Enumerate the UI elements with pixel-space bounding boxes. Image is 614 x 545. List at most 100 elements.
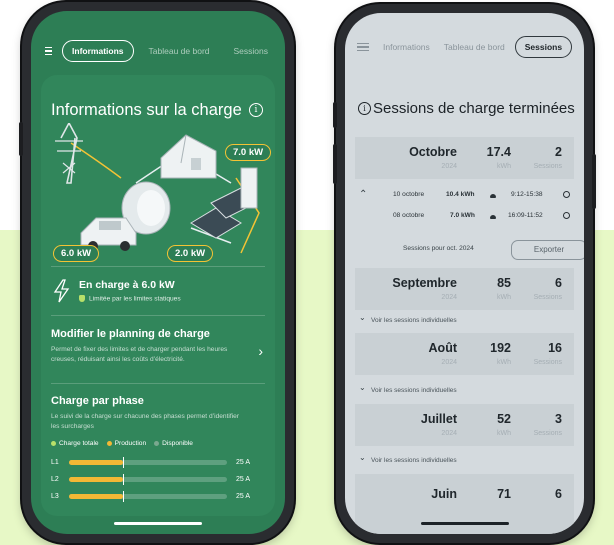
month-year: 2024	[441, 430, 457, 437]
session-date: 10 octobre	[393, 191, 425, 198]
shield-icon	[79, 295, 85, 302]
month-year: 2024	[441, 294, 457, 301]
home-indicator[interactable]	[114, 521, 202, 525]
see-individual-sessions[interactable]: Voir les sessions individuelles	[371, 457, 457, 464]
phase-bar	[69, 473, 227, 485]
export-button[interactable]: Exporter	[511, 240, 584, 260]
menu-icon[interactable]	[45, 47, 53, 55]
phase-label: L2	[51, 475, 59, 483]
clock-icon	[563, 191, 570, 198]
phase-description: Le suivi de la charge sur chacune des ph…	[51, 413, 240, 430]
phase-value: 25 A	[236, 458, 251, 466]
tab-informations[interactable]: Informations	[62, 40, 134, 62]
session-date: 08 octobre	[393, 212, 425, 219]
legend-dot	[106, 440, 112, 446]
planning-title[interactable]: Modifier le planning de charge	[51, 328, 210, 340]
energy-unit: kWh	[497, 430, 511, 437]
tab-bar: Informations Tableau de bord Sessions	[357, 35, 576, 59]
month-row-june[interactable]: Juin 71 6	[355, 483, 574, 527]
charging-status: En charge à 6.0 kW	[79, 279, 175, 291]
month-year: 2024	[441, 163, 457, 170]
side-button	[19, 122, 23, 156]
tab-dashboard[interactable]: Tableau de bord	[140, 41, 219, 61]
month-row-july[interactable]: Juillet 2024 52 kWh 3 Sessions	[355, 408, 574, 452]
tab-dashboard[interactable]: Tableau de bord	[440, 37, 509, 57]
energy-unit: kWh	[497, 163, 511, 170]
legend-dot	[154, 440, 160, 446]
house-power-label: 7.0 kW	[225, 144, 272, 161]
phase-bar-fill	[69, 476, 123, 482]
session-time: 16:09-11:52	[508, 212, 543, 219]
chevron-down-icon[interactable]: ⌄	[359, 313, 366, 322]
info-icon[interactable]: i	[358, 102, 371, 115]
month-sessions: 3	[555, 412, 562, 426]
divider	[51, 315, 265, 316]
pylon-icon	[55, 123, 83, 184]
month-name: Août	[428, 341, 457, 355]
month-row-october[interactable]: Octobre 2024 17.4 kWh 2 Sessions	[355, 141, 574, 185]
month-sessions: 2	[555, 145, 562, 159]
month-name: Septembre	[392, 276, 457, 290]
tab-sessions[interactable]: Sessions	[514, 36, 573, 58]
see-individual-sessions[interactable]: Voir les sessions individuelles	[371, 387, 457, 394]
phase-marker	[122, 473, 125, 485]
month-energy: 85	[497, 276, 511, 290]
screen: Informations Tableau de bord Sessions In…	[31, 11, 285, 534]
car-icon	[490, 194, 496, 198]
month-energy: 192	[490, 341, 511, 355]
phase-value: 25 A	[236, 492, 251, 500]
month-row-september[interactable]: Septembre 2024 85 kWh 6 Sessions	[355, 272, 574, 316]
tab-informations[interactable]: Informations	[379, 37, 434, 57]
phase-bar	[69, 490, 227, 502]
tab-bar: Informations Tableau de bord Sessions	[45, 39, 277, 63]
energy-unit: kWh	[497, 294, 511, 301]
side-button	[333, 144, 337, 184]
phase-row-l1: L1 25 A	[51, 456, 261, 468]
info-card: Informations sur la charge i 7.0 kW 6.0 …	[41, 75, 275, 516]
phase-row-l2: L2 25 A	[51, 473, 261, 485]
clock-icon	[563, 212, 570, 219]
legend-item-total: Charge totale	[51, 440, 99, 447]
legend-item-production: Production	[106, 440, 146, 447]
legend-dot	[51, 440, 56, 446]
phase-bar-fill	[69, 493, 123, 499]
session-energy: 10.4 kWh	[446, 191, 475, 198]
screen: Informations Tableau de bord Sessions i …	[345, 13, 584, 534]
session-row[interactable]: 10 octobre 10.4 kWh 9:12-15:38	[353, 191, 576, 205]
page-title: Informations sur la charge	[51, 101, 242, 119]
month-name: Octobre	[409, 145, 457, 159]
divider	[51, 266, 265, 267]
month-energy: 71	[497, 487, 511, 501]
side-button	[333, 102, 337, 128]
house-icon	[160, 134, 217, 179]
see-individual-sessions[interactable]: Voir les sessions individuelles	[371, 317, 457, 324]
phase-bar-fill	[69, 459, 123, 465]
divider	[51, 383, 265, 384]
chevron-right-icon[interactable]: ›	[258, 343, 263, 359]
planning-description: Permet de fixer des limites et de charge…	[51, 346, 228, 363]
month-row-august[interactable]: Août 2024 192 kWh 16 Sessions	[355, 337, 574, 381]
chevron-down-icon[interactable]: ⌄	[359, 383, 366, 392]
phase-value: 25 A	[236, 475, 251, 483]
solar-power-label: 2.0 kW	[167, 245, 214, 262]
month-name: Juillet	[420, 412, 457, 426]
sessions-unit: Sessions	[533, 163, 562, 170]
sessions-unit: Sessions	[533, 430, 562, 437]
charging-bolt-icon	[53, 279, 70, 303]
phone-charge-info: Informations Tableau de bord Sessions In…	[19, 2, 294, 543]
phase-row-l3: L3 25 A	[51, 490, 261, 502]
energy-unit: kWh	[497, 359, 511, 366]
chevron-down-icon[interactable]: ⌄	[359, 453, 366, 462]
home-indicator[interactable]	[420, 521, 509, 525]
tab-sessions[interactable]: Sessions	[225, 41, 278, 61]
info-icon[interactable]: i	[249, 103, 263, 117]
phase-title: Charge par phase	[51, 395, 144, 407]
page-title: Sessions de charge terminées	[373, 100, 575, 117]
month-energy: 52	[497, 412, 511, 426]
phase-label: L1	[51, 458, 59, 466]
session-row[interactable]: 08 octobre 7.0 kWh 16:09-11:52	[353, 212, 576, 226]
menu-icon[interactable]	[357, 43, 369, 51]
car-icon	[490, 215, 496, 219]
month-sessions: 6	[555, 276, 562, 290]
car-power-label: 6.0 kW	[53, 245, 100, 262]
